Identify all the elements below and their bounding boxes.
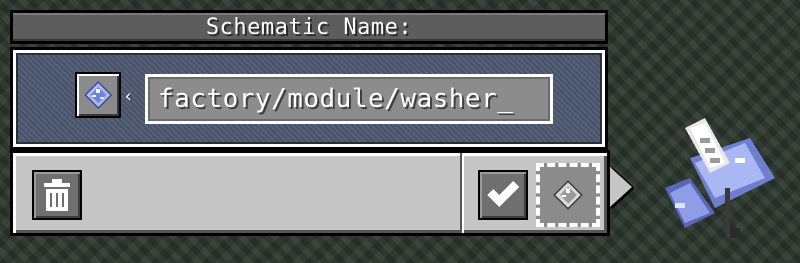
title-bar: Schematic Name: xyxy=(10,10,608,44)
schematic-output-slot[interactable] xyxy=(536,163,600,227)
confirm-button[interactable] xyxy=(478,170,528,220)
trash-icon xyxy=(44,179,70,211)
schematic-name-title: Schematic Name: xyxy=(205,14,413,40)
schematic-name-input[interactable]: factory/module/washer_ xyxy=(145,74,553,124)
empty-schematic-icon xyxy=(84,81,112,109)
pointer-tab xyxy=(610,167,632,207)
schematic-input-slot[interactable] xyxy=(75,72,121,118)
delete-button[interactable] xyxy=(32,170,82,220)
schematic-name-panel: ‹ factory/module/washer_ xyxy=(10,47,608,150)
panel-divider xyxy=(460,153,464,233)
written-schematic-icon xyxy=(665,118,775,238)
empty-schematic-icon xyxy=(553,180,583,210)
checkmark-icon xyxy=(487,181,519,207)
action-panel xyxy=(10,150,610,236)
slot-arrow: ‹ xyxy=(123,86,134,107)
